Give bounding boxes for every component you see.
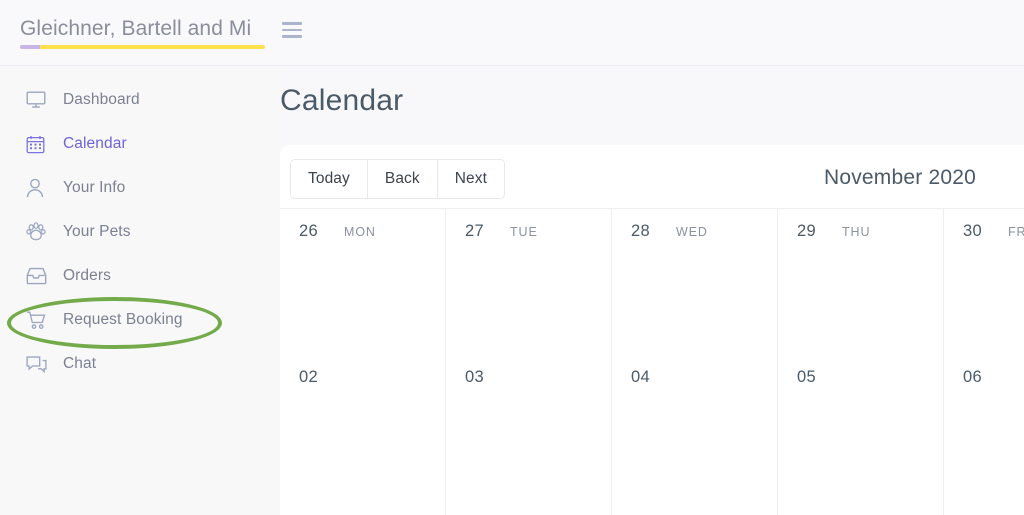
calendar-day-cell[interactable]	[446, 501, 612, 515]
hamburger-menu-icon[interactable]	[282, 22, 302, 38]
main-content: Calendar Today Back Next November 2020 2…	[280, 66, 1024, 515]
calendar-day-cell[interactable]: 03	[446, 355, 612, 501]
day-name: THU	[842, 225, 871, 239]
calendar-grid: 26 MON 27 TUE 28 WED 29 THU 30 FR 02 03 …	[280, 208, 1024, 515]
day-number: 30	[963, 222, 982, 240]
calendar-week-row	[280, 500, 1024, 515]
day-number: 27	[465, 222, 484, 240]
calendar-card: Today Back Next November 2020 26 MON 27 …	[280, 145, 1024, 515]
day-number: 29	[797, 222, 816, 240]
calendar-week-row: 26 MON 27 TUE 28 WED 29 THU 30 FR	[280, 208, 1024, 355]
sidebar-item-label: Your Pets	[63, 223, 131, 240]
calendar-day-cell[interactable]: 04	[612, 355, 778, 501]
calendar-day-cell[interactable]	[778, 501, 944, 515]
day-number: 05	[797, 368, 816, 386]
calendar-day-cell[interactable]: 05	[778, 355, 944, 501]
sidebar-item-orders[interactable]: Orders	[0, 254, 280, 298]
sidebar-item-label: Your Info	[63, 179, 126, 196]
sidebar-item-your-info[interactable]: Your Info	[0, 166, 280, 210]
user-icon	[26, 177, 52, 199]
today-button[interactable]: Today	[291, 160, 368, 198]
day-number: 02	[299, 368, 318, 386]
day-number: 28	[631, 222, 650, 240]
calendar-toolbar: Today Back Next November 2020	[280, 145, 1024, 211]
day-number: 04	[631, 368, 650, 386]
calendar-day-cell[interactable]: 30 FRI	[944, 209, 1024, 355]
day-name: TUE	[510, 225, 538, 239]
calendar-day-cell[interactable]	[944, 501, 1024, 515]
page-title: Calendar	[280, 84, 404, 117]
back-button[interactable]: Back	[367, 160, 438, 198]
chat-icon	[26, 353, 52, 375]
calendar-day-cell[interactable]: 26 MON	[280, 209, 446, 355]
sidebar-item-label: Dashboard	[63, 91, 140, 108]
sidebar-item-request-booking[interactable]: Request Booking	[0, 298, 280, 342]
day-name: WED	[676, 225, 708, 239]
inbox-icon	[26, 265, 52, 287]
hamburger-bar	[282, 28, 302, 32]
paw-icon	[26, 221, 52, 243]
top-bar: Gleichner, Bartell and Mi	[0, 0, 1024, 66]
sidebar-item-dashboard[interactable]: Dashboard	[0, 78, 280, 122]
calendar-week-row: 02 03 04 05 06	[280, 354, 1024, 501]
calendar-day-cell[interactable]: 29 THU	[778, 209, 944, 355]
app-root: Gleichner, Bartell and Mi Dashboard Cale…	[0, 0, 1024, 515]
day-number: 03	[465, 368, 484, 386]
calendar-nav-button-group: Today Back Next	[290, 159, 506, 199]
sidebar-item-label: Orders	[63, 267, 111, 284]
next-button[interactable]: Next	[437, 160, 505, 198]
cart-icon	[26, 309, 52, 331]
sidebar-item-label: Calendar	[63, 135, 127, 152]
brand-title: Gleichner, Bartell and Mi	[20, 17, 252, 40]
calendar-day-cell[interactable]: 02	[280, 355, 446, 501]
hamburger-bar	[282, 22, 302, 25]
calendar-day-cell[interactable]: 06	[944, 355, 1024, 501]
sidebar-item-label: Request Booking	[63, 311, 183, 328]
sidebar-item-calendar[interactable]: Calendar	[0, 122, 280, 166]
calendar-day-cell[interactable]	[280, 501, 446, 515]
calendar-day-cell[interactable]: 28 WED	[612, 209, 778, 355]
brand-underline	[20, 45, 265, 49]
monitor-icon	[26, 89, 52, 111]
day-name: MON	[344, 225, 376, 239]
day-number: 06	[963, 368, 982, 386]
day-name: FRI	[1008, 225, 1024, 239]
calendar-day-cell[interactable]: 27 TUE	[446, 209, 612, 355]
calendar-month-label: November 2020	[823, 166, 976, 189]
day-number: 26	[299, 222, 318, 240]
calendar-day-cell[interactable]	[612, 501, 778, 515]
calendar-icon	[26, 133, 52, 155]
sidebar-item-chat[interactable]: Chat	[0, 342, 280, 386]
sidebar-item-your-pets[interactable]: Your Pets	[0, 210, 280, 254]
sidebar: Dashboard Calendar Your Info Your Pets O…	[0, 66, 280, 515]
hamburger-bar	[282, 35, 302, 38]
sidebar-item-label: Chat	[63, 355, 97, 372]
